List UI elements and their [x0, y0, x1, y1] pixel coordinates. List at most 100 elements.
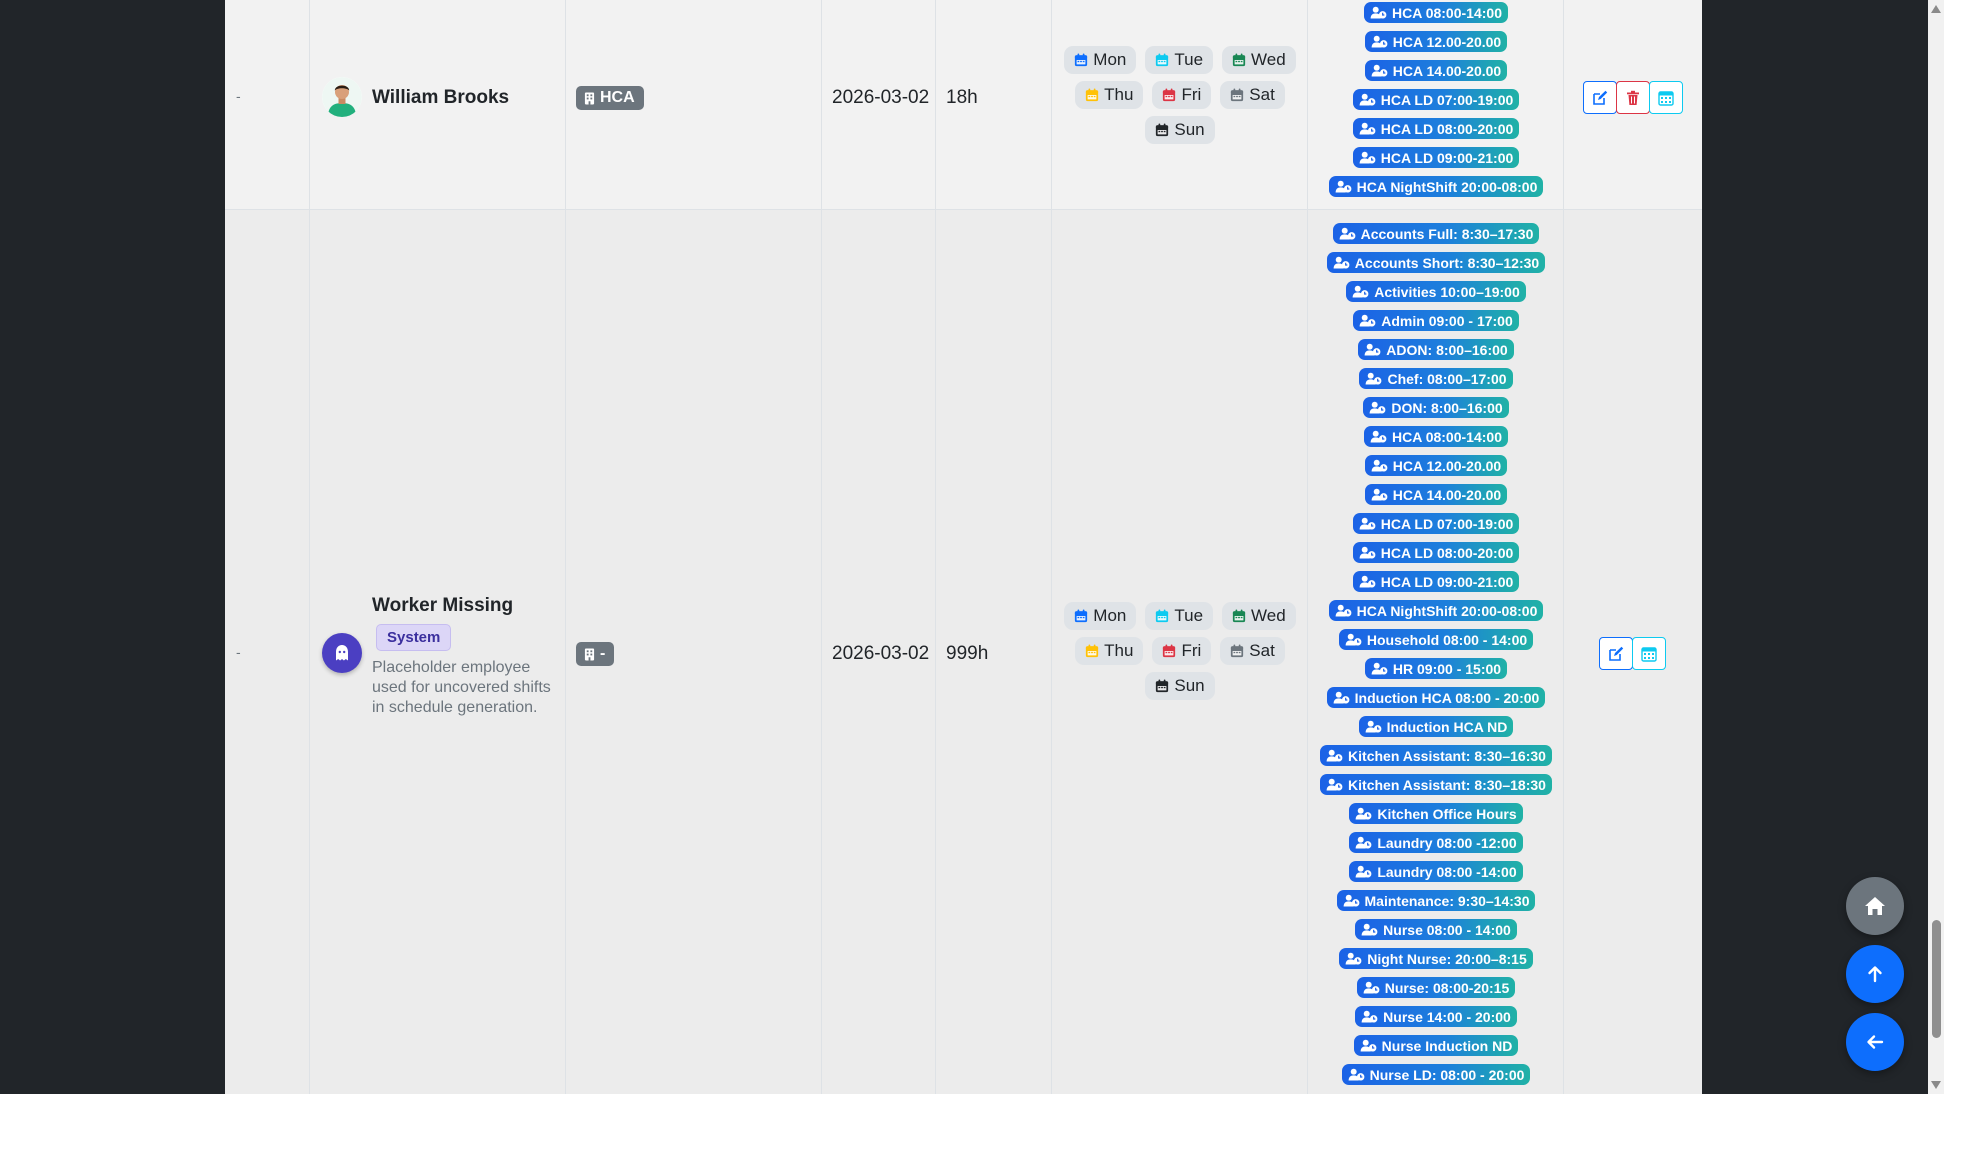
user-clock-icon — [1352, 285, 1369, 298]
day-badge-mon: Mon — [1064, 46, 1137, 74]
edit-icon — [1609, 646, 1624, 661]
scroll-down-arrow-icon[interactable] — [1931, 1081, 1941, 1089]
avatar — [322, 77, 362, 117]
row-actions — [1564, 637, 1702, 670]
page-scrollbar[interactable] — [1928, 0, 1944, 1094]
calendar-icon — [1155, 53, 1169, 67]
calendar-icon — [1232, 609, 1246, 623]
day-badges: Mon Tue Wed Thu Fri Sat Sun — [1052, 46, 1308, 144]
calendar-icon — [1230, 88, 1244, 102]
shift-badge: Induction HCA 08:00 - 20:00 — [1326, 687, 1546, 708]
ghost-icon — [336, 645, 348, 661]
shift-badge: Admin 09:00 - 17:00 — [1353, 310, 1519, 331]
user-clock-icon — [1345, 952, 1362, 965]
calendar-icon — [1155, 609, 1169, 623]
user-clock-icon — [1345, 633, 1362, 646]
start-date: 2026-03-02 — [832, 87, 930, 108]
system-badge: System — [376, 624, 452, 651]
user-clock-icon — [1360, 1039, 1377, 1052]
start-date-cell: 2026-03-02 — [822, 210, 936, 1094]
calendar-icon — [1155, 679, 1169, 693]
arrow-left-icon — [1867, 1035, 1884, 1049]
edit-button[interactable] — [1582, 81, 1617, 114]
user-clock-icon — [1361, 1010, 1378, 1023]
shift-badge: Kitchen Assistant: 8:30–16:30 — [1320, 745, 1552, 766]
user-clock-icon — [1355, 836, 1372, 849]
shift-badge: ADON: 8:00–16:00 — [1358, 339, 1514, 360]
user-clock-icon — [1339, 227, 1356, 240]
start-date-cell: 2026-03-02 — [822, 0, 936, 209]
user-clock-icon — [1371, 64, 1388, 77]
calendar-icon — [1155, 123, 1169, 137]
row-index: - — [236, 644, 241, 660]
shift-badge: HR 09:00 - 15:00 — [1364, 658, 1508, 679]
shift-badge: HCA 08:00-14:00 — [1364, 426, 1508, 447]
avatar-person-icon — [322, 77, 362, 117]
schedule-button[interactable] — [1632, 637, 1666, 670]
actions-cell — [1564, 0, 1702, 209]
avatar — [322, 633, 362, 673]
employee-name[interactable]: Worker Missing — [372, 595, 513, 617]
department-badge: - — [576, 642, 615, 666]
shift-badge: DON: 8:00–16:00 — [1363, 397, 1509, 418]
user-clock-icon — [1371, 35, 1388, 48]
hours-cell: 999h — [936, 210, 1052, 1094]
day-badge-mon: Mon — [1064, 602, 1137, 630]
user-clock-icon — [1355, 807, 1372, 820]
user-clock-icon — [1343, 894, 1360, 907]
shift-badge: Activities 10:00–19:00 — [1346, 281, 1526, 302]
schedule-button[interactable] — [1648, 81, 1683, 114]
user-clock-icon — [1370, 6, 1387, 19]
scrollbar-thumb[interactable] — [1932, 920, 1941, 1038]
user-clock-icon — [1371, 488, 1388, 501]
shift-badge: Induction HCA ND — [1358, 716, 1514, 737]
day-badge-tue: Tue — [1145, 46, 1214, 74]
employee-cell: Worker Missing System Placeholder employ… — [310, 210, 566, 1094]
calendar-icon — [1162, 644, 1176, 658]
home-button[interactable] — [1846, 877, 1904, 935]
user-clock-icon — [1359, 517, 1376, 530]
building-icon — [584, 92, 595, 105]
start-date: 2026-03-02 — [832, 643, 930, 664]
scroll-up-arrow-icon[interactable] — [1931, 5, 1941, 13]
day-badge-sun: Sun — [1145, 116, 1215, 144]
scroll-to-top-button[interactable] — [1846, 945, 1904, 1003]
row-index: - — [236, 88, 241, 104]
user-clock-icon — [1335, 604, 1352, 617]
day-badge-wed: Wed — [1222, 46, 1296, 74]
user-clock-icon — [1333, 256, 1350, 269]
page-viewport: - William Brooks HCA 2026-03-02 18h Mon … — [0, 0, 1944, 1094]
user-clock-icon — [1326, 749, 1343, 762]
user-clock-icon — [1370, 430, 1387, 443]
shift-badge: Nurse 08:00 - 14:00 — [1355, 919, 1517, 940]
shift-badge: HCA 14.00-20.00 — [1364, 60, 1508, 81]
user-clock-icon — [1326, 778, 1343, 791]
home-icon — [1865, 897, 1885, 915]
calendar-icon — [1230, 644, 1244, 658]
shift-badges: Accounts Full: 8:30–17:30 Accounts Short:… — [1308, 223, 1564, 1085]
department-cell: HCA — [566, 0, 822, 209]
delete-button[interactable] — [1615, 81, 1650, 114]
shift-badge: HCA NightShift 20:00-08:00 — [1328, 176, 1544, 197]
department-label: HCA — [600, 89, 635, 106]
building-icon — [584, 648, 595, 661]
shift-badge: HCA LD 09:00-21:00 — [1352, 147, 1520, 168]
shift-badge: HCA LD 08:00-20:00 — [1352, 118, 1520, 139]
department-cell: - — [566, 210, 822, 1094]
user-clock-icon — [1359, 122, 1376, 135]
calendar-icon — [1074, 53, 1088, 67]
employees-table: - William Brooks HCA 2026-03-02 18h Mon … — [225, 0, 1702, 1094]
index-cell: - — [225, 0, 310, 209]
day-badge-sun: Sun — [1145, 672, 1215, 700]
user-clock-icon — [1348, 1068, 1365, 1081]
employee-name[interactable]: William Brooks — [372, 87, 509, 109]
shift-badge: Maintenance: 9:30–14:30 — [1336, 890, 1536, 911]
shift-badge: Accounts Full: 8:30–17:30 — [1332, 223, 1540, 244]
department-label: - — [600, 645, 606, 662]
calendar-icon — [1232, 53, 1246, 67]
back-button[interactable] — [1846, 1013, 1904, 1071]
day-badge-sat: Sat — [1220, 637, 1285, 665]
edit-button[interactable] — [1599, 637, 1633, 670]
day-badge-wed: Wed — [1222, 602, 1296, 630]
shift-badge: Kitchen Office Hours — [1349, 803, 1523, 824]
